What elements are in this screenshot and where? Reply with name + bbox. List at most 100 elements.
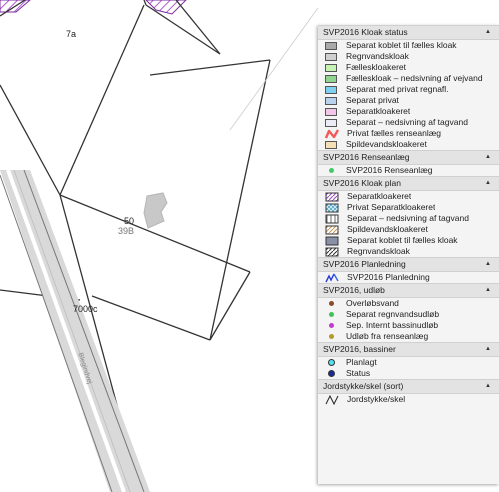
parcel-label-39b: 39B xyxy=(118,226,135,236)
legend-item: Separat koblet til fælles kloak xyxy=(318,235,499,246)
legend-section-title: SVP2016, udløb xyxy=(323,285,385,295)
legend-item-label: SVP2016 Planledning xyxy=(347,272,430,282)
fill-pattern-icon xyxy=(325,203,339,212)
point-symbol-icon xyxy=(329,301,334,306)
legend-item-label: Regnvandskloak xyxy=(346,51,409,61)
legend-item-label: Fælleskloak – nedsivning af vejvand xyxy=(346,73,483,83)
legend-item-label: Planlagt xyxy=(346,357,377,367)
legend-section-title: SVP2016 Kloak status xyxy=(323,27,408,37)
basin-symbol-icon xyxy=(328,370,335,377)
collapse-caret-icon[interactable]: ▲ xyxy=(485,284,491,297)
legend-item: Fælleskloakeret xyxy=(318,62,499,73)
point-symbol-icon xyxy=(329,323,334,328)
legend-item-label: Separat – nedsivning af tagvand xyxy=(347,213,469,223)
parcel-label-50: 50 xyxy=(124,216,135,226)
legend-section-title: SVP2016 Planledning xyxy=(323,259,406,269)
collapse-caret-icon[interactable]: ▲ xyxy=(485,380,491,393)
legend-section-jordstykke[interactable]: Jordstykke/skel (sort) ▲ xyxy=(318,379,499,394)
legend-section-renseanlaeg[interactable]: SVP2016 Renseanlæg ▲ xyxy=(318,150,499,165)
color-swatch-icon xyxy=(325,107,337,116)
legend-item: Separatkloakeret xyxy=(318,191,499,202)
legend-item: Status xyxy=(318,368,499,379)
legend-item-label: Separat koblet til fælles kloak xyxy=(346,40,457,50)
legend-item-label: Separat med privat regnafl. xyxy=(346,84,449,94)
legend-item-label: Status xyxy=(346,368,371,378)
legend-item-label: Privat Separatkloakeret xyxy=(347,202,436,212)
fill-pattern-icon xyxy=(325,214,339,223)
color-swatch-icon xyxy=(325,41,337,50)
legend-item: Separat – nedsivning af tagvand xyxy=(318,213,499,224)
legend-section-title: SVP2016, bassiner xyxy=(323,344,396,354)
legend-item: Sep. Internt bassinudløb xyxy=(318,320,499,331)
collapse-caret-icon[interactable]: ▲ xyxy=(485,151,491,164)
legend-item: Regnvandskloak xyxy=(318,51,499,62)
legend-item-label: Separat regnvandsudløb xyxy=(346,309,440,319)
legend-item-label: Separat – nedsivning af tagvand xyxy=(346,117,468,127)
fill-pattern-icon xyxy=(325,247,339,256)
fill-pattern-icon xyxy=(325,192,339,201)
planledning-line-icon xyxy=(325,273,339,282)
legend-panel[interactable]: SVP2016 Kloak status ▲ Separat koblet til … xyxy=(318,25,499,484)
legend-item: SVP2016 Renseanlæg xyxy=(318,165,499,176)
legend-section-title: SVP2016 Kloak plan xyxy=(323,178,401,188)
legend-item: Spildevandskloakeret xyxy=(318,139,499,150)
point-symbol-icon xyxy=(329,334,334,339)
jordstykke-line-icon xyxy=(325,394,339,405)
legend-item-label: Spildevandskloakeret xyxy=(346,139,427,149)
legend-item: Overløbsvand xyxy=(318,298,499,309)
legend-item: Separat privat xyxy=(318,95,499,106)
legend-item: Udløb fra renseanlæg xyxy=(318,331,499,342)
parcel-label-7000c: 7000c xyxy=(73,304,98,314)
point-symbol-icon xyxy=(329,312,334,317)
color-swatch-icon xyxy=(325,52,337,61)
fill-pattern-icon xyxy=(325,225,339,234)
legend-section-kloak-plan[interactable]: SVP2016 Kloak plan ▲ xyxy=(318,176,499,191)
legend-item: Spildevandskloakeret xyxy=(318,224,499,235)
legend-item-label: Separat koblet til fælles kloak xyxy=(347,235,458,245)
color-swatch-icon xyxy=(325,118,337,127)
fill-pattern-icon xyxy=(325,236,339,245)
legend-item: Separat koblet til fælles kloak xyxy=(318,40,499,51)
legend-item: Regnvandskloak xyxy=(318,246,499,257)
legend-item: Privat fælles renseanlæg xyxy=(318,128,499,139)
legend-item-label: Privat fælles renseanlæg xyxy=(347,128,442,138)
legend-item-label: Regnvandskloak xyxy=(347,246,410,256)
collapse-caret-icon[interactable]: ▲ xyxy=(485,343,491,356)
legend-item-label: Separat privat xyxy=(346,95,399,105)
color-swatch-icon xyxy=(325,85,337,94)
legend-item-label: Overløbsvand xyxy=(346,298,399,308)
legend-item: Fælleskloak – nedsivning af vejvand xyxy=(318,73,499,84)
point-symbol-icon xyxy=(329,168,334,173)
color-swatch-icon xyxy=(325,96,337,105)
legend-section-kloak-status[interactable]: SVP2016 Kloak status ▲ xyxy=(318,25,499,40)
legend-item: Planlagt xyxy=(318,357,499,368)
legend-section-planledning[interactable]: SVP2016 Planledning ▲ xyxy=(318,257,499,272)
legend-section-title: SVP2016 Renseanlæg xyxy=(323,152,410,162)
legend-section-title: Jordstykke/skel (sort) xyxy=(323,381,404,391)
legend-item: Separat regnvandsudløb xyxy=(318,309,499,320)
legend-item-label: Fælleskloakeret xyxy=(346,62,406,72)
legend-item: Privat Separatkloakeret xyxy=(318,202,499,213)
basin-symbol-icon xyxy=(328,359,335,366)
collapse-caret-icon[interactable]: ▲ xyxy=(485,26,491,39)
legend-item-label: Spildevandskloakeret xyxy=(347,224,428,234)
legend-item-label: SVP2016 Renseanlæg xyxy=(346,165,433,175)
legend-section-bassiner[interactable]: SVP2016, bassiner ▲ xyxy=(318,342,499,357)
collapse-caret-icon[interactable]: ▲ xyxy=(485,258,491,271)
color-swatch-icon xyxy=(325,140,337,149)
legend-item-label: Separatkloakeret xyxy=(347,191,412,201)
legend-item-label: Jordstykke/skel xyxy=(347,394,406,404)
color-swatch-icon xyxy=(325,63,337,72)
legend-item: Separat med privat regnafl. xyxy=(318,84,499,95)
legend-item: Jordstykke/skel xyxy=(318,394,499,405)
legend-item-label: Separatkloakeret xyxy=(346,106,411,116)
legend-item-label: Udløb fra renseanlæg xyxy=(346,331,429,341)
collapse-caret-icon[interactable]: ▲ xyxy=(485,177,491,190)
parcel-label-7a: 7a xyxy=(66,29,77,39)
legend-section-udloeb[interactable]: SVP2016, udløb ▲ xyxy=(318,283,499,298)
legend-item-label: Sep. Internt bassinudløb xyxy=(346,320,439,330)
zigzag-icon xyxy=(325,128,339,138)
color-swatch-icon xyxy=(325,74,337,83)
legend-item: Separatkloakeret xyxy=(318,106,499,117)
legend-item: Separat – nedsivning af tagvand xyxy=(318,117,499,128)
